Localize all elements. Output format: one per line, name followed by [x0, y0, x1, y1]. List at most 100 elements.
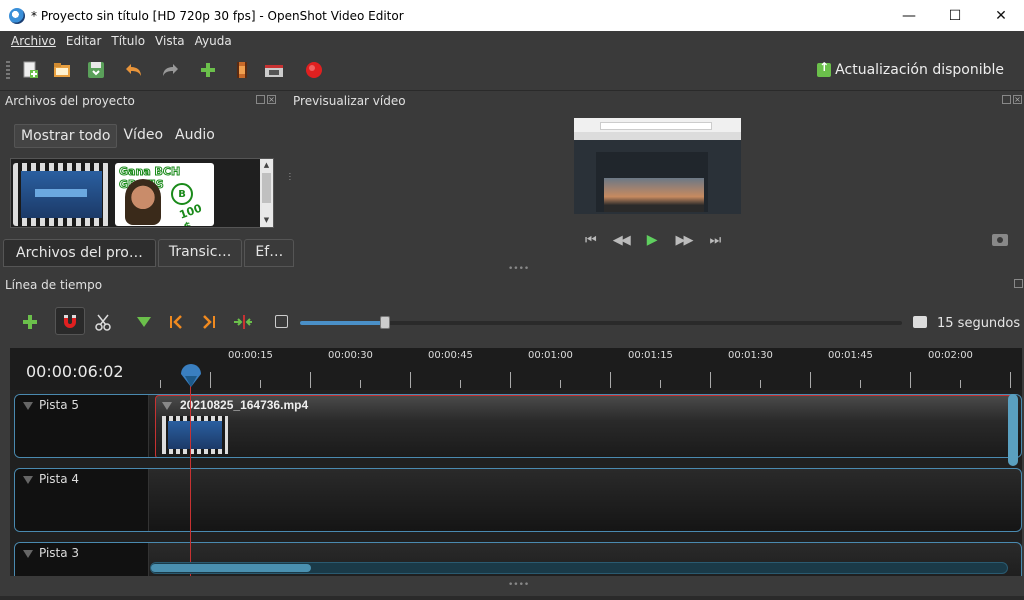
preview-title: Previsualizar vídeo: [293, 94, 406, 108]
scroll-down-arrow-icon[interactable]: ▼: [260, 214, 273, 227]
add-track-icon: [23, 315, 37, 329]
timeline-horizontal-scrollbar[interactable]: [150, 562, 1008, 574]
main-toolbar: Actualización disponible: [0, 51, 1024, 91]
clip-menu-icon[interactable]: [162, 402, 172, 410]
ruler-tick: [560, 380, 561, 388]
track-name: Pista 4: [39, 472, 80, 486]
playback-controls: ⏮ ◀◀ ▶ ▶▶ ⏭: [585, 232, 721, 248]
track-header[interactable]: Pista 3: [15, 543, 149, 576]
ruler-label: 00:00:15: [228, 350, 273, 361]
zoom-label: 15 segundos: [937, 316, 1021, 331]
timeline-vertical-scrollbar[interactable]: [1008, 394, 1018, 466]
add-marker-button[interactable]: [134, 312, 154, 332]
maximize-button[interactable]: ☐: [932, 0, 978, 31]
tab-effects[interactable]: Ef…: [244, 239, 295, 267]
ruler-tick: [410, 372, 411, 388]
menu-titulo[interactable]: Título: [111, 34, 145, 48]
add-track-button[interactable]: [20, 312, 40, 332]
ruler-tick: [760, 380, 761, 388]
ruler-label: 00:01:15: [628, 350, 673, 361]
zoom-out-icon[interactable]: [275, 315, 288, 328]
camera-icon[interactable]: [992, 234, 1008, 246]
clip-name: 20210825_164736.mp4: [180, 398, 309, 412]
close-button[interactable]: ✕: [978, 0, 1024, 31]
timeline-scroll-handle[interactable]: [151, 564, 311, 572]
scroll-handle[interactable]: [262, 173, 271, 203]
menu-bar: Archivo Editar Título Vista Ayuda: [0, 31, 1024, 51]
menu-ayuda[interactable]: Ayuda: [195, 34, 232, 48]
zoom-in-icon[interactable]: [913, 316, 927, 328]
video-frame: [21, 171, 102, 218]
horizontal-splitter[interactable]: ••••: [508, 264, 529, 274]
files-scrollbar[interactable]: ▲ ▼: [260, 159, 273, 227]
zoom-slider-handle[interactable]: [380, 316, 390, 329]
track-header[interactable]: Pista 4: [15, 469, 149, 531]
track-collapse-icon[interactable]: [23, 550, 33, 558]
video-clip[interactable]: 20210825_164736.mp4: [155, 395, 1013, 457]
vertical-splitter[interactable]: ⋯: [284, 172, 294, 181]
filter-audio[interactable]: Audio: [169, 124, 221, 148]
ruler-tick: [510, 372, 511, 388]
fast-forward-icon[interactable]: ▶▶: [675, 233, 693, 248]
file-filter-tabs: Mostrar todo Vídeo Audio: [14, 124, 221, 148]
toolbar-grip[interactable]: [6, 61, 10, 81]
track-header[interactable]: Pista 5: [15, 395, 149, 457]
update-label: Actualización disponible: [835, 62, 1004, 78]
track-name: Pista 3: [39, 546, 80, 560]
ruler-tick: [660, 380, 661, 388]
new-project-button[interactable]: [20, 60, 40, 80]
filter-show-all[interactable]: Mostrar todo: [14, 124, 118, 148]
rewind-icon[interactable]: ◀◀: [613, 233, 631, 248]
update-available-button[interactable]: Actualización disponible: [817, 60, 1004, 78]
record-icon: [306, 62, 322, 78]
undo-button[interactable]: [124, 60, 144, 80]
track-collapse-icon[interactable]: [23, 402, 33, 410]
project-files-dock-buttons: ×: [256, 95, 276, 104]
menu-vista[interactable]: Vista: [155, 34, 185, 48]
close-panel-icon[interactable]: ×: [267, 95, 276, 104]
tab-transitions[interactable]: Transic…: [157, 239, 243, 267]
window-title: * Proyecto sin título [HD 720p 30 fps] -…: [31, 8, 404, 23]
file-thumbnail-image[interactable]: Gana BCH GRATIS B 100 $: [115, 163, 214, 226]
fullscreen-button[interactable]: [264, 60, 284, 80]
playhead-marker-icon[interactable]: [178, 360, 204, 388]
zoom-slider[interactable]: [300, 316, 902, 329]
export-video-button[interactable]: [304, 60, 324, 80]
menu-archivo[interactable]: Archivo: [11, 34, 56, 48]
float-panel-icon[interactable]: [256, 95, 265, 104]
snapping-button[interactable]: [55, 307, 85, 335]
choose-profile-button[interactable]: [232, 60, 252, 80]
previous-marker-button[interactable]: [166, 312, 186, 332]
timeline-ruler[interactable]: 00:00:06:02 00:00:15 00:00:30 00:00:45 0…: [10, 348, 1022, 390]
import-files-button[interactable]: [198, 60, 218, 80]
redo-button[interactable]: [160, 60, 180, 80]
ruler-tick: [360, 380, 361, 388]
jump-start-icon[interactable]: ⏮: [585, 233, 597, 248]
ruler-tick: [810, 372, 811, 388]
save-project-button[interactable]: [86, 60, 106, 80]
minimize-button[interactable]: —: [886, 0, 932, 31]
track-row[interactable]: Pista 5 20210825_164736.mp4: [14, 394, 1022, 458]
scroll-up-arrow-icon[interactable]: ▲: [260, 159, 273, 172]
float-timeline-icon[interactable]: [1014, 279, 1023, 288]
center-timeline-button[interactable]: [232, 312, 252, 332]
jump-end-icon[interactable]: ⏭: [709, 233, 721, 248]
open-project-button[interactable]: [52, 60, 72, 80]
track-collapse-icon[interactable]: [23, 476, 33, 484]
close-preview-icon[interactable]: ×: [1013, 95, 1022, 104]
file-thumbnail-video[interactable]: [13, 163, 110, 226]
float-preview-icon[interactable]: [1002, 95, 1011, 104]
track-name: Pista 5: [39, 398, 80, 412]
bottom-splitter[interactable]: ••••: [508, 580, 529, 590]
clip-thumbnail: [162, 416, 228, 454]
update-arrow-icon: [817, 60, 832, 77]
menu-editar[interactable]: Editar: [66, 34, 102, 48]
play-icon[interactable]: ▶: [647, 232, 658, 248]
filter-video[interactable]: Vídeo: [117, 124, 169, 148]
track-row[interactable]: Pista 4: [14, 468, 1022, 532]
razor-button[interactable]: [93, 312, 113, 332]
next-marker-button[interactable]: [199, 312, 219, 332]
project-files-title: Archivos del proyecto: [5, 94, 135, 108]
tab-project-files[interactable]: Archivos del pro…: [3, 239, 156, 267]
ruler-label: 00:00:30: [328, 350, 373, 361]
